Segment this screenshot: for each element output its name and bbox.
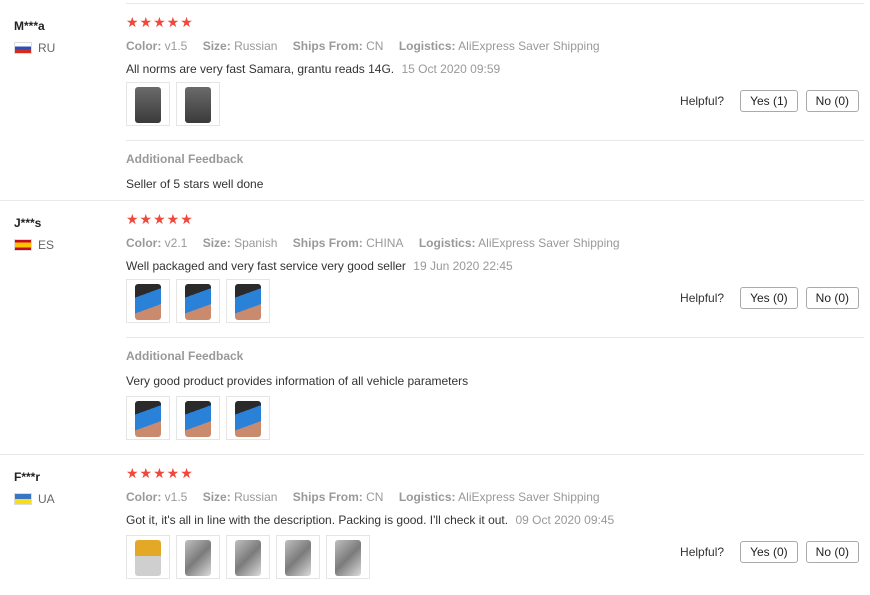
helpful-yes-button[interactable]: Yes (0) [740, 287, 798, 309]
reviewer-name: M***a [14, 19, 45, 33]
helpful-votes: Helpful? Yes (1) No (0) [680, 90, 859, 112]
logistics-label: Logistics: [418, 236, 476, 250]
country-code: UA [38, 492, 55, 506]
ships-from-label: Ships From: [292, 236, 363, 250]
color-value: v2.1 [164, 236, 188, 250]
star-rating: ★★★★★ [126, 211, 194, 227]
review-date: 15 Oct 2020 09:59 [401, 62, 501, 76]
divider [126, 337, 864, 338]
star-rating: ★★★★★ [126, 465, 194, 481]
reviewer-country: ES [14, 238, 54, 252]
review-text: Got it, it's all in line with the descri… [126, 513, 614, 527]
color-value: v1.5 [164, 490, 188, 504]
additional-feedback-title: Additional Feedback [126, 152, 244, 166]
size-value: Russian [234, 39, 278, 53]
flag-es-icon [14, 239, 32, 251]
flag-ua-icon [14, 493, 32, 505]
reviewer-country: UA [14, 492, 55, 506]
divider [126, 140, 864, 141]
review-photo-thumbnail[interactable] [126, 82, 170, 126]
flag-ru-icon [14, 42, 32, 54]
review-photo-thumbnail[interactable] [176, 279, 220, 323]
additional-feedback-title: Additional Feedback [126, 349, 244, 363]
review-date: 19 Jun 2020 22:45 [413, 259, 513, 273]
review-text: Well packaged and very fast service very… [126, 259, 513, 273]
review-photo-thumbnail[interactable] [276, 535, 320, 579]
helpful-no-button[interactable]: No (0) [805, 90, 859, 112]
size-value: Spanish [234, 236, 278, 250]
review-attributes: Color: v1.5 Size: Russian Ships From: CN… [126, 39, 612, 53]
review-photos [126, 279, 276, 323]
review-attributes: Color: v1.5 Size: Russian Ships From: CN… [126, 490, 612, 504]
logistics-value: AliExpress Saver Shipping [458, 490, 600, 504]
review-body: All norms are very fast Samara, grantu r… [126, 62, 395, 76]
size-label: Size: [202, 490, 231, 504]
helpful-votes: Helpful? Yes (0) No (0) [680, 541, 859, 563]
review-attributes: Color: v2.1 Size: Spanish Ships From: CH… [126, 236, 632, 250]
size-label: Size: [202, 236, 231, 250]
ships-from-label: Ships From: [292, 490, 363, 504]
logistics-label: Logistics: [398, 39, 456, 53]
ships-from-value: CHINA [366, 236, 404, 250]
color-label: Color: [126, 39, 162, 53]
review-divider [0, 454, 864, 455]
review-photos [126, 535, 376, 579]
review-photo-thumbnail[interactable] [326, 535, 370, 579]
helpful-no-button[interactable]: No (0) [805, 541, 859, 563]
additional-feedback-photos [126, 396, 276, 440]
color-label: Color: [126, 490, 162, 504]
ships-from-label: Ships From: [292, 39, 363, 53]
logistics-label: Logistics: [398, 490, 456, 504]
country-code: RU [38, 41, 56, 55]
review-date: 09 Oct 2020 09:45 [515, 513, 615, 527]
review-photos [126, 82, 226, 126]
ships-from-value: CN [366, 39, 384, 53]
color-label: Color: [126, 236, 162, 250]
review-photo-thumbnail[interactable] [126, 535, 170, 579]
review-photo-thumbnail[interactable] [126, 279, 170, 323]
helpful-yes-button[interactable]: Yes (0) [740, 541, 798, 563]
helpful-label: Helpful? [680, 94, 725, 108]
reviewer-name: J***s [14, 216, 42, 230]
review-photo-thumbnail[interactable] [226, 396, 270, 440]
helpful-yes-button[interactable]: Yes (1) [740, 90, 798, 112]
review-photo-thumbnail[interactable] [176, 82, 220, 126]
country-code: ES [38, 238, 55, 252]
reviewer-name: F***r [14, 470, 41, 484]
additional-feedback-text: Seller of 5 stars well done [126, 177, 264, 191]
ships-from-value: CN [366, 490, 384, 504]
review-text: All norms are very fast Samara, grantu r… [126, 62, 500, 76]
review-photo-thumbnail[interactable] [126, 396, 170, 440]
color-value: v1.5 [164, 39, 188, 53]
review-photo-thumbnail[interactable] [176, 535, 220, 579]
review-photo-thumbnail[interactable] [226, 535, 270, 579]
review-photo-thumbnail[interactable] [226, 279, 270, 323]
logistics-value: AliExpress Saver Shipping [458, 39, 600, 53]
reviewer-country: RU [14, 41, 55, 55]
size-value: Russian [234, 490, 278, 504]
review-body: Got it, it's all in line with the descri… [126, 513, 509, 527]
review-photo-thumbnail[interactable] [176, 396, 220, 440]
helpful-votes: Helpful? Yes (0) No (0) [680, 287, 859, 309]
review-divider [0, 200, 864, 201]
helpful-label: Helpful? [680, 291, 725, 305]
additional-feedback-text: Very good product provides information o… [126, 374, 469, 388]
helpful-no-button[interactable]: No (0) [805, 287, 859, 309]
review-body: Well packaged and very fast service very… [126, 259, 406, 273]
logistics-value: AliExpress Saver Shipping [478, 236, 620, 250]
size-label: Size: [202, 39, 231, 53]
helpful-label: Helpful? [680, 545, 725, 559]
star-rating: ★★★★★ [126, 14, 194, 30]
top-divider [126, 3, 864, 4]
